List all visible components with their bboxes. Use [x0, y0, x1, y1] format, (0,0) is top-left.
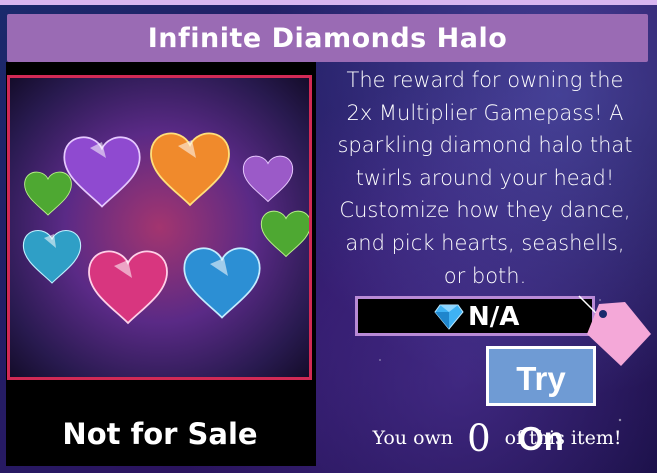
price-box: N/A: [355, 296, 595, 336]
title-bar: Infinite Diamonds Halo: [7, 14, 648, 62]
item-image: [7, 75, 312, 380]
green-heart-right: [260, 210, 309, 257]
blue-heart-right: [183, 247, 261, 319]
owned-count: 0: [467, 417, 491, 460]
ownership-prefix: You own: [372, 427, 454, 449]
top-strip: [0, 0, 657, 5]
violet-heart: [242, 155, 294, 202]
green-heart-left: [24, 171, 72, 216]
diamond-hearts-halo-icon: [22, 132, 309, 324]
ownership-suffix: of this item!: [504, 427, 622, 449]
diamond-icon: [434, 304, 464, 330]
try-on-button[interactable]: Try On: [486, 346, 596, 457]
price-value: N/A: [468, 302, 520, 332]
item-description: The reward for owning the 2x Multiplier …: [337, 68, 633, 288]
ownership-text: You own 0 of this item!: [362, 417, 632, 460]
sale-status: Not for Sale: [62, 417, 258, 451]
item-title: Infinite Diamonds Halo: [147, 23, 508, 54]
